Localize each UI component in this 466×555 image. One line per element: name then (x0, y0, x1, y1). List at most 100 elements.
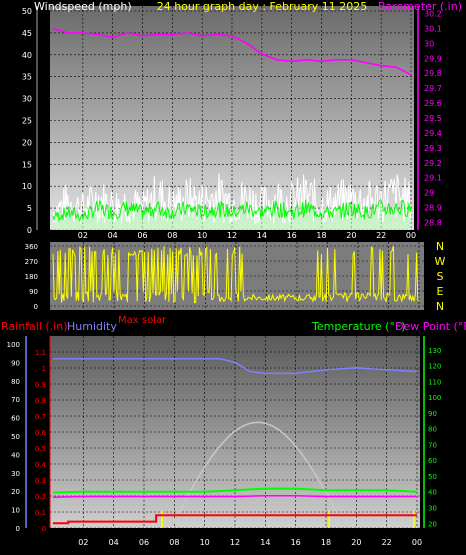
right-tick-label: 29 (424, 189, 434, 198)
temperature-tick-label: 90 (428, 410, 437, 418)
compass-label: N (436, 300, 444, 313)
x-tick-label: 02 (78, 231, 88, 240)
x-tick-label: 18 (321, 538, 331, 547)
compass-label: S (437, 270, 444, 283)
x-tick-label: 08 (167, 231, 177, 240)
x-tick-label: 00 (412, 538, 422, 547)
temperature-tick-label: 110 (428, 378, 441, 386)
direction-tick-label: 360 (25, 243, 38, 251)
right-tick-label: 29.8 (424, 69, 442, 78)
x-tick-label: 08 (169, 538, 179, 547)
right-tick-label: 30 (424, 39, 434, 48)
right-tick-label: 29.6 (424, 99, 442, 108)
left-tick-label: 40 (22, 51, 32, 60)
right-tick-label: 29.4 (424, 129, 442, 138)
left-tick-label: 25 (22, 117, 32, 126)
left-tick-label: 10 (22, 182, 32, 191)
left-tick-label: 45 (22, 29, 32, 38)
rain-tick-label: 0.5 (35, 445, 46, 453)
x-tick-label: 16 (287, 231, 297, 240)
dewpoint-line (52, 494, 417, 499)
right-tick-label: 28.8 (424, 219, 442, 228)
temperature-tick-label: 70 (428, 441, 437, 449)
right-axis-label: Barometer (.in) (378, 0, 462, 13)
humidity-tick-label: 100 (7, 341, 20, 349)
rain-tick-label: 0.1 (35, 509, 46, 517)
right-tick-label: 29.2 (424, 159, 442, 168)
x-tick-label: 12 (230, 538, 240, 547)
compass-label: W (435, 255, 446, 268)
rain-tick-label: 0.4 (35, 461, 47, 469)
direction-tick-label: 0 (34, 303, 38, 311)
rainfall-label: Rainfall (.in) (1, 320, 68, 333)
left-tick-label: 30 (22, 95, 32, 104)
temperature-tick-label: 40 (428, 489, 437, 497)
wind-barometer-panel: 24 hour graph day : February 11 2025 Win… (22, 0, 462, 240)
x-tick-label: 00 (406, 231, 416, 240)
temperature-label: Temperature (°F) (311, 320, 406, 333)
x-tick-label: 02 (78, 538, 88, 547)
x-tick-label: 14 (260, 538, 270, 547)
x-tick-label: 20 (351, 538, 361, 547)
x-tick-label: 10 (197, 231, 207, 240)
rain-tick-label: 0.6 (35, 429, 47, 437)
rain-tick-label: 0.7 (35, 413, 46, 421)
x-tick-label: 14 (257, 231, 267, 240)
rain-tick-label: 1 (42, 365, 46, 373)
x-tick-label: 10 (200, 538, 210, 547)
temperature-humidity-panel: Rainfall (.in) Humidity Max solar Temper… (1, 315, 466, 547)
compass-label: N (436, 240, 444, 253)
temperature-tick-label: 50 (428, 473, 437, 481)
left-tick-label: 0 (27, 226, 32, 235)
temperature-tick-label: 130 (428, 347, 441, 355)
humidity-tick-label: 40 (11, 451, 20, 459)
x-tick-label: 06 (137, 231, 147, 240)
x-tick-label: 04 (108, 231, 118, 240)
temperature-tick-label: 100 (428, 394, 441, 402)
left-tick-label: 5 (27, 204, 32, 213)
right-tick-label: 29.3 (424, 144, 442, 153)
solar-label: Max solar (118, 315, 167, 326)
x-tick-label: 16 (291, 538, 301, 547)
right-tick-label: 29.7 (424, 84, 442, 93)
humidity-tick-label: 0 (16, 525, 20, 533)
rain-tick-label: 0.8 (35, 397, 46, 405)
right-tick-label: 29.1 (424, 174, 442, 183)
right-tick-label: 30.2 (424, 9, 442, 18)
humidity-tick-label: 30 (11, 470, 20, 478)
x-tick-label: 22 (376, 231, 386, 240)
right-tick-label: 30.1 (424, 24, 442, 33)
compass-label: E (437, 285, 444, 298)
right-tick-label: 28.9 (424, 204, 442, 213)
humidity-tick-label: 60 (11, 415, 20, 423)
x-tick-label: 12 (227, 231, 237, 240)
humidity-tick-label: 80 (11, 378, 20, 386)
rain-tick-label: 0 (42, 525, 46, 533)
temperature-tick-label: 20 (428, 520, 437, 528)
temperature-tick-label: 30 (428, 505, 437, 513)
temperature-tick-label: 60 (428, 457, 437, 465)
temperature-tick-label: 120 (428, 363, 441, 371)
x-tick-label: 20 (346, 231, 356, 240)
left-tick-label: 15 (22, 160, 32, 169)
x-tick-label: 06 (139, 538, 149, 547)
right-tick-label: 29.5 (424, 114, 442, 123)
direction-tick-label: 270 (25, 258, 38, 266)
direction-tick-label: 90 (29, 288, 38, 296)
humidity-tick-label: 70 (11, 396, 20, 404)
x-tick-label: 22 (382, 538, 392, 547)
rain-tick-label: 0.3 (35, 477, 46, 485)
left-tick-label: 35 (22, 73, 32, 82)
rain-tick-label: 0.9 (35, 381, 46, 389)
humidity-tick-label: 10 (11, 507, 20, 515)
humidity-tick-label: 50 (11, 433, 20, 441)
dewpoint-label: Dew Point (°F) (395, 320, 466, 333)
direction-tick-label: 180 (25, 273, 38, 281)
humidity-tick-label: 90 (11, 359, 20, 367)
rain-tick-label: 0.2 (35, 493, 46, 501)
humidity-label: Humidity (67, 320, 117, 333)
x-tick-label: 18 (316, 231, 326, 240)
temperature-tick-label: 80 (428, 426, 437, 434)
title: 24 hour graph day : February 11 2025 (157, 0, 368, 13)
weather-chart: 24 hour graph day : February 11 2025 Win… (1, 0, 466, 547)
